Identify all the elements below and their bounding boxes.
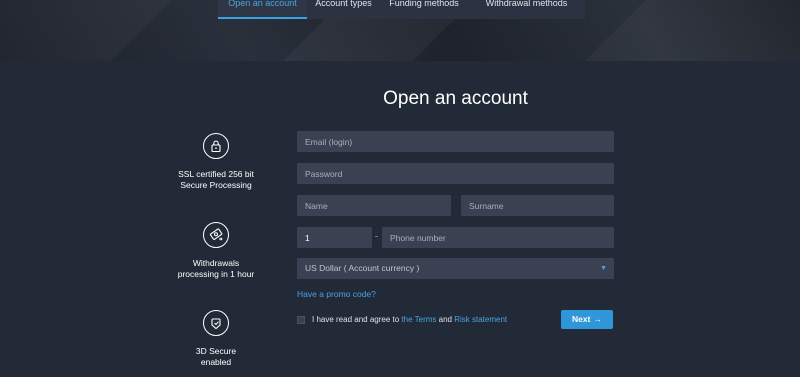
risk-statement-link[interactable]: Risk statement (454, 315, 507, 324)
feature-ssl-line2: Secure Processing (180, 180, 252, 190)
password-field[interactable] (297, 163, 614, 184)
next-button[interactable]: Next → (561, 310, 613, 329)
chevron-down-icon: ▼ (600, 265, 607, 272)
email-field[interactable] (297, 131, 614, 152)
agree-checkbox[interactable] (297, 316, 305, 324)
tab-funding-methods[interactable]: Funding methods (380, 0, 468, 19)
tab-account-types[interactable]: Account types (307, 0, 380, 19)
promo-code-link[interactable]: Have a promo code? (297, 289, 376, 299)
tab-open-account[interactable]: Open an account (218, 0, 307, 19)
feature-ssl-line1: SSL certified 256 bit (178, 169, 254, 179)
tab-withdrawal-methods[interactable]: Withdrawal methods (468, 0, 585, 19)
money-transfer-icon (203, 222, 229, 248)
feature-3d-secure-line2: enabled (200, 357, 232, 367)
secure-shield-icon (203, 310, 229, 336)
agree-text: I have read and agree to the Terms and R… (312, 315, 507, 324)
feature-withdrawals-line1: Withdrawals (192, 258, 240, 268)
lock-icon (203, 133, 229, 159)
top-tabs: Open an account Account types Funding me… (218, 0, 585, 19)
currency-select-value: US Dollar ( Account currency ) (305, 263, 420, 273)
feature-withdrawals: Withdrawals processing in 1 hour (161, 222, 271, 280)
currency-select[interactable]: US Dollar ( Account currency ) ▼ (297, 258, 614, 279)
feature-3d-secure: 3D Secure enabled (161, 310, 271, 368)
phone-number-field[interactable] (382, 227, 614, 248)
terms-link[interactable]: the Terms (401, 315, 436, 324)
feature-3d-secure-line1: 3D Secure (195, 346, 237, 356)
feature-withdrawals-line2: processing in 1 hour (177, 269, 255, 279)
phone-separator (375, 236, 378, 237)
name-field[interactable] (297, 195, 451, 216)
next-button-label: Next (572, 314, 591, 324)
feature-ssl: SSL certified 256 bit Secure Processing (161, 133, 271, 191)
agree-label: I have read and agree to (312, 315, 400, 324)
and-label: and (438, 315, 452, 324)
arrow-right-icon: → (593, 314, 602, 324)
page-title: Open an account (383, 88, 528, 109)
surname-field[interactable] (461, 195, 614, 216)
country-code-field[interactable] (297, 227, 372, 248)
